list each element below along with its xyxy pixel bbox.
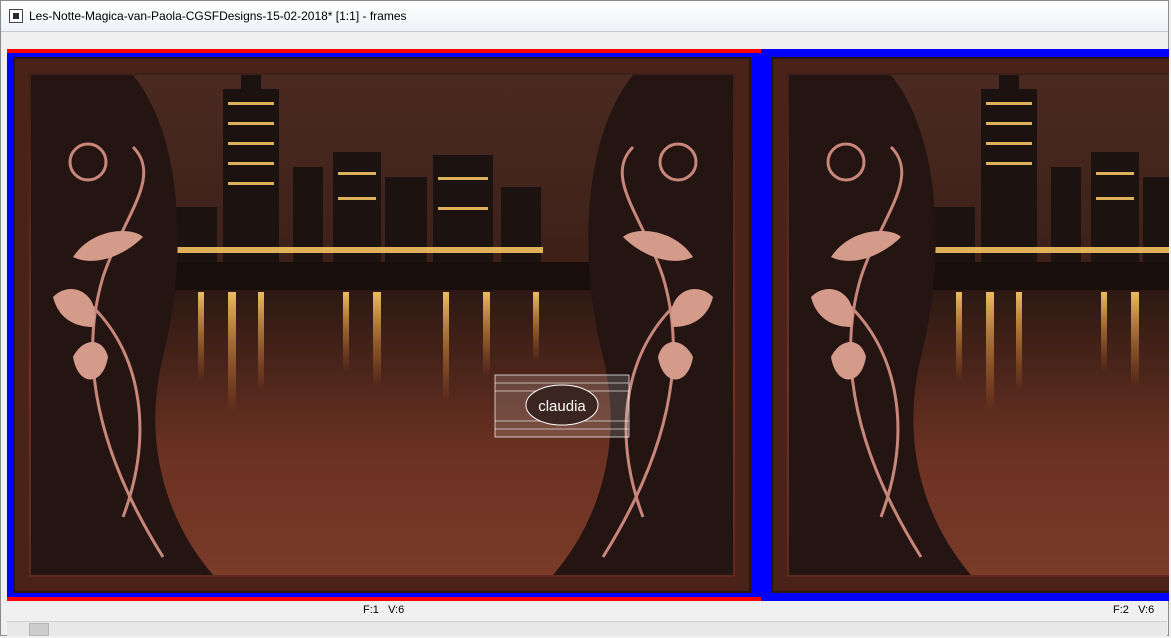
frame-2-status-f: F:2 bbox=[1113, 604, 1129, 616]
title-bar[interactable]: Les-Notte-Magica-van-Paola-CGSFDesigns-1… bbox=[1, 1, 1168, 32]
frames-strip: claudia bbox=[7, 49, 1169, 601]
frame-1-status-f: F:1 bbox=[363, 604, 379, 616]
frame-1[interactable]: claudia bbox=[7, 49, 761, 601]
frame-2-status: F:2 V:6 bbox=[1113, 604, 1154, 616]
window-title: Les-Notte-Magica-van-Paola-CGSFDesigns-1… bbox=[29, 9, 407, 23]
status-bar: F:1 V:6 F:2 V:6 bbox=[1, 601, 1168, 619]
frame-1-artwork: claudia bbox=[31, 75, 733, 575]
frame-2-status-v: V:6 bbox=[1138, 604, 1155, 616]
frame-2[interactable] bbox=[761, 49, 1169, 601]
scrollbar-thumb[interactable] bbox=[29, 623, 49, 636]
frame-1-watermark-text: claudia bbox=[538, 398, 586, 415]
frame-2-artwork bbox=[789, 75, 1169, 575]
horizontal-scrollbar[interactable] bbox=[7, 621, 1167, 636]
frame-1-image: claudia bbox=[13, 57, 751, 593]
app-window: Les-Notte-Magica-van-Paola-CGSFDesigns-1… bbox=[0, 0, 1169, 636]
frame-1-status: F:1 V:6 bbox=[363, 604, 404, 616]
frame-1-status-v: V:6 bbox=[388, 604, 405, 616]
app-icon[interactable] bbox=[9, 9, 23, 23]
frame-2-image bbox=[771, 57, 1169, 593]
